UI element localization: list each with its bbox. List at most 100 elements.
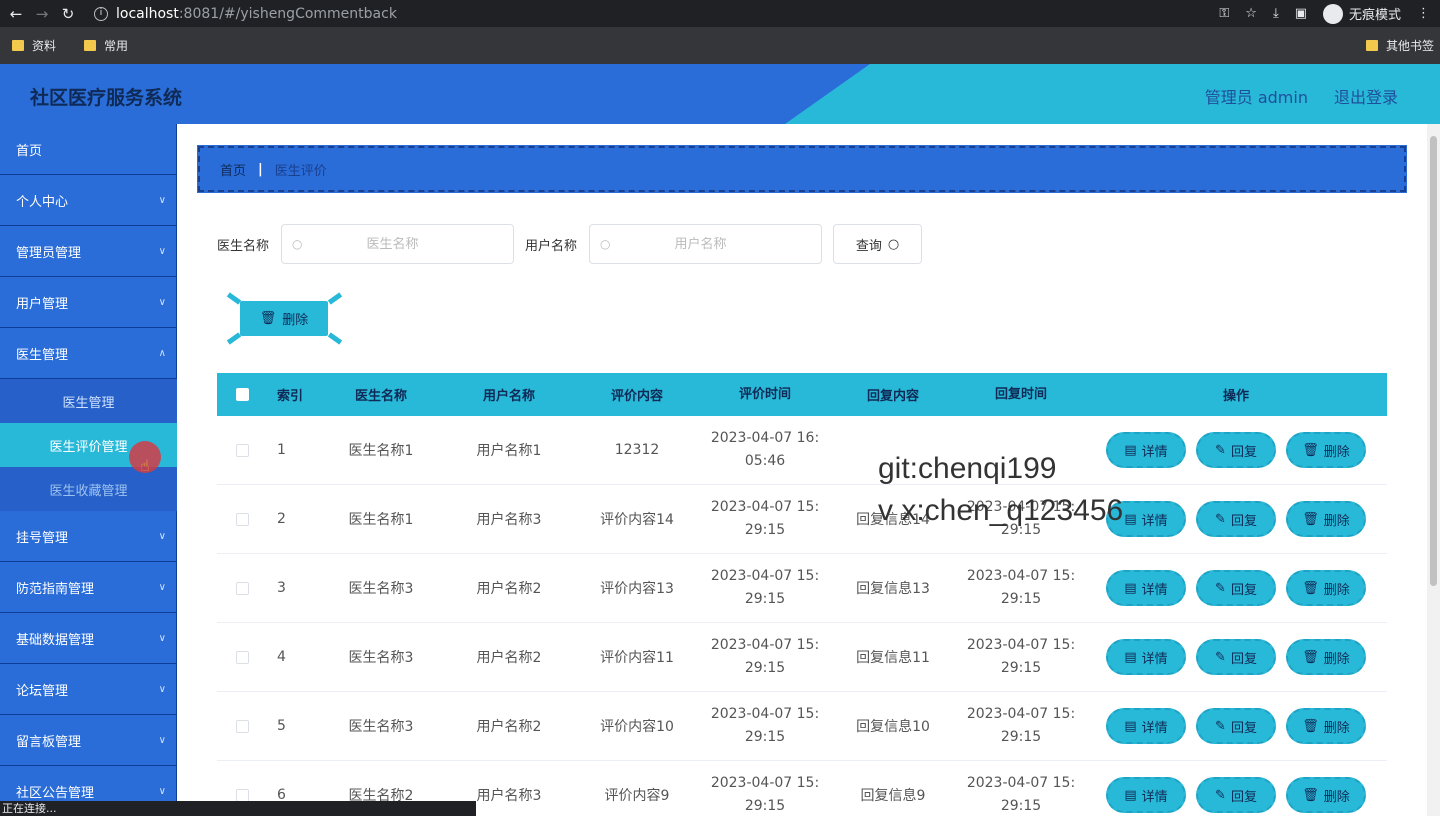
sidebar-item-forum[interactable]: 论坛管理 ∨ xyxy=(0,664,177,715)
chevron-down-icon: ∨ xyxy=(158,245,166,257)
bookmark-folder[interactable]: 资料 xyxy=(12,37,56,54)
sidebar-item-messages[interactable]: 留言板管理 ∨ xyxy=(0,715,177,766)
row-checkbox[interactable] xyxy=(235,581,249,595)
sidebar-item-label: 社区公告管理 xyxy=(16,785,95,801)
detail-button[interactable]: ▤ 详情 xyxy=(1106,501,1186,537)
menu-icon[interactable]: ⋮ xyxy=(1417,6,1430,21)
sidebar-item-label: 用户管理 xyxy=(16,296,69,312)
sidebar-item-base-data[interactable]: 基础数据管理 ∨ xyxy=(0,613,177,664)
sidebar-item-admins[interactable]: 管理员管理 ∨ xyxy=(0,226,177,277)
cell-reply: 回复信息14 xyxy=(856,512,930,528)
reply-button[interactable]: ✎ 回复 xyxy=(1196,570,1276,606)
incognito-label: 无痕模式 xyxy=(1348,8,1401,23)
delete-button[interactable]: 🗑 删除 xyxy=(1286,708,1366,744)
select-all-checkbox[interactable] xyxy=(235,388,249,401)
sidebar-item-label: 挂号管理 xyxy=(16,530,69,546)
scrollbar-thumb[interactable] xyxy=(1430,136,1437,586)
table-row: 3 医生名称3 用户名称2 评价内容13 2023-04-07 15: 29:15 回复信息… xyxy=(217,554,1387,623)
cell-reply: 回复信息11 xyxy=(856,650,930,666)
query-button[interactable]: 查询 ○ xyxy=(833,224,923,264)
reply-button[interactable]: ✎ 回复 xyxy=(1196,501,1276,537)
trash-icon: 🗑 xyxy=(259,311,277,326)
query-label: 查询 xyxy=(855,238,882,254)
cell-content: 评价内容14 xyxy=(600,512,674,528)
column-header: 回复内容 xyxy=(866,389,919,404)
delete-button[interactable]: 🗑 删除 xyxy=(1286,570,1366,606)
reply-button[interactable]: ✎ 回复 xyxy=(1196,432,1276,468)
cell-user: 用户名称2 xyxy=(476,719,542,735)
sidebar-item-profile[interactable]: 个人中心 ∨ xyxy=(0,175,177,226)
forward-icon[interactable]: → xyxy=(32,5,52,23)
reply-button[interactable]: ✎ 回复 xyxy=(1196,708,1276,744)
row-checkbox[interactable] xyxy=(235,443,249,457)
delete-button[interactable]: 🗑 删除 xyxy=(1286,777,1366,813)
detail-label: 详情 xyxy=(1141,720,1168,736)
address-bar[interactable]: i localhost:8081/#/yishengCommentback xyxy=(94,6,397,22)
sidepanel-icon[interactable]: ▣ xyxy=(1295,6,1307,21)
reviews-table: 索引 医生名称 用户名称 评价内容 评价时间 回复内容 回复时间 操作 1 医生名… xyxy=(217,373,1387,816)
bookmark-folder[interactable]: 常用 xyxy=(84,37,128,54)
time-clock: 05:46 xyxy=(744,453,786,469)
reply-label: 回复 xyxy=(1230,720,1257,736)
bookmark-label: 资料 xyxy=(32,39,57,53)
sidebar-item-registration[interactable]: 挂号管理 ∨ xyxy=(0,511,177,562)
page-scrollbar[interactable] xyxy=(1427,124,1440,816)
row-checkbox[interactable] xyxy=(235,788,249,802)
row-checkbox[interactable] xyxy=(235,650,249,664)
logout-link[interactable]: 退出登录 xyxy=(1334,84,1398,108)
detail-button[interactable]: ▤ 详情 xyxy=(1106,639,1186,675)
table-row: 1 医生名称1 用户名称1 12312 2023-04-07 16: 05:46 ▤ 详情 ✎ 回… xyxy=(217,416,1387,485)
time-clock: 29:15 xyxy=(1000,522,1042,538)
back-icon[interactable]: ← xyxy=(6,5,26,23)
reload-icon[interactable]: ↻ xyxy=(58,5,78,23)
cell-user: 用户名称3 xyxy=(476,512,542,528)
column-header: 索引 xyxy=(277,389,304,404)
reply-button[interactable]: ✎ 回复 xyxy=(1196,639,1276,675)
detail-button[interactable]: ▤ 详情 xyxy=(1106,708,1186,744)
cell-user: 用户名称1 xyxy=(476,443,542,459)
chevron-down-icon: ∨ xyxy=(158,296,166,308)
time-clock: 29:15 xyxy=(1000,591,1042,607)
delete-button[interactable]: 🗑 删除 xyxy=(1286,501,1366,537)
sidebar-subitem-doctor-favorites[interactable]: 医生收藏管理 xyxy=(0,467,177,511)
edit-icon: ✎ xyxy=(1215,442,1226,458)
doctor-name-input[interactable] xyxy=(302,236,483,252)
sidebar-item-home[interactable]: 首页 xyxy=(0,124,177,175)
star-icon[interactable]: ☆ xyxy=(1245,6,1257,21)
sidebar-subitem-label: 医生评价管理 xyxy=(49,439,128,455)
doctor-name-field[interactable]: ○ xyxy=(281,224,515,264)
time-date: 2023-04-07 16: xyxy=(710,430,820,446)
chevron-down-icon: ∨ xyxy=(158,683,166,695)
detail-button[interactable]: ▤ 详情 xyxy=(1106,432,1186,468)
reply-label: 回复 xyxy=(1230,789,1257,805)
reply-button[interactable]: ✎ 回复 xyxy=(1196,777,1276,813)
key-icon[interactable]: ⚿ xyxy=(1219,6,1229,21)
edit-icon: ✎ xyxy=(1215,718,1226,734)
sidebar-subitem-doctors[interactable]: 医生管理 xyxy=(0,379,177,423)
delete-button[interactable]: 🗑 删除 xyxy=(1286,432,1366,468)
detail-button[interactable]: ▤ 详情 xyxy=(1106,570,1186,606)
user-name-field[interactable]: ○ xyxy=(589,224,823,264)
user-name-input[interactable] xyxy=(610,236,791,252)
bulk-delete-button[interactable]: 🗑 删除 xyxy=(240,301,328,336)
detail-button[interactable]: ▤ 详情 xyxy=(1106,777,1186,813)
sidebar-subitem-label: 医生管理 xyxy=(62,395,115,411)
cell-content: 评价内容13 xyxy=(600,581,674,597)
sidebar-item-label: 医生管理 xyxy=(16,347,69,363)
breadcrumb-home[interactable]: 首页 xyxy=(220,160,246,179)
download-icon[interactable]: ⤓ xyxy=(1273,6,1279,21)
delete-label: 删除 xyxy=(1323,720,1350,736)
other-bookmarks[interactable]: 其他书签 xyxy=(1365,37,1434,54)
search-form: 医生名称 ○ 用户名称 ○ 查询 ○ xyxy=(217,224,923,264)
row-actions: ▤ 详情 ✎ 回复 🗑 删除 xyxy=(1085,708,1387,744)
delete-button[interactable]: 🗑 删除 xyxy=(1286,639,1366,675)
site-info-icon[interactable]: i xyxy=(94,6,108,21)
row-checkbox[interactable] xyxy=(235,512,249,526)
detail-label: 详情 xyxy=(1141,651,1168,667)
sidebar-item-users[interactable]: 用户管理 ∨ xyxy=(0,277,177,328)
incognito-indicator[interactable]: 无痕模式 xyxy=(1322,3,1401,24)
sidebar-item-doctors[interactable]: 医生管理 ∧ xyxy=(0,328,177,379)
sidebar-item-guides[interactable]: 防范指南管理 ∨ xyxy=(0,562,177,613)
user-name-label: 用户名称 xyxy=(525,238,578,254)
row-checkbox[interactable] xyxy=(235,719,249,733)
